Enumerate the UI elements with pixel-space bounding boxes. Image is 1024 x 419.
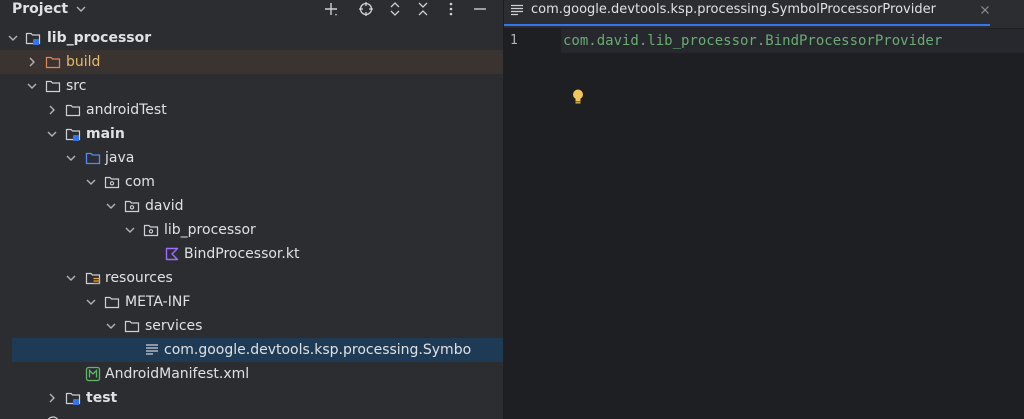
add-icon[interactable]: [321, 0, 341, 18]
source-folder-icon: [65, 392, 81, 405]
folder-icon: [124, 320, 140, 333]
chevron-down-icon[interactable]: [6, 31, 20, 45]
editor-tab[interactable]: com.google.devtools.ksp.processing.Symbo…: [504, 0, 990, 28]
tree-item-java[interactable]: java: [0, 146, 503, 170]
folder-icon: [45, 80, 61, 93]
chevron-right-icon[interactable]: [45, 391, 59, 405]
excluded-folder-icon: [45, 56, 61, 69]
folder-icon: [104, 296, 120, 309]
tree-item-test[interactable]: test: [0, 386, 503, 410]
tree-item-android-test[interactable]: androidTest: [0, 98, 503, 122]
tree-item-label: androidTest: [86, 102, 167, 118]
tree-item-label: com.google.devtools.ksp.processing.Symbo: [164, 342, 472, 358]
chevron-right-icon[interactable]: [25, 55, 39, 69]
tree-item-label: AndroidManifest.xml: [105, 366, 250, 382]
editor-tab-bar: com.google.devtools.ksp.processing.Symbo…: [504, 0, 1024, 28]
tree-item-lib-processor-module[interactable]: lib_processor: [0, 26, 503, 50]
manifest-file-icon: [85, 366, 101, 382]
hide-icon[interactable]: [470, 0, 490, 18]
tree-item-cut-off[interactable]: [0, 410, 503, 419]
editor-gutter: 1: [504, 28, 561, 419]
collapse-all-icon[interactable]: [413, 0, 433, 18]
tree-item-services[interactable]: services: [0, 314, 503, 338]
tree-item-label: david: [145, 198, 184, 214]
chevron-down-icon[interactable]: [45, 127, 59, 141]
code-line-1[interactable]: com.david.lib_processor.BindProcessorPro…: [561, 29, 1024, 53]
project-panel-header: Project: [0, 0, 503, 20]
text-file-icon: [146, 344, 158, 355]
source-root-folder-icon: [85, 152, 101, 165]
resources-folder-icon: [85, 272, 101, 285]
tree-item-label: test: [86, 390, 118, 406]
package-icon: [143, 224, 159, 237]
chevron-down-icon[interactable]: [84, 175, 98, 189]
tree-item-lib-processor-package[interactable]: lib_processor: [0, 218, 503, 242]
close-icon[interactable]: [979, 4, 991, 16]
code-text: com.david.lib_processor.BindProcessorPro…: [563, 33, 943, 49]
chevron-down-icon[interactable]: [104, 319, 118, 333]
project-view-title[interactable]: Project: [12, 0, 68, 18]
tree-item-symbol-processor-provider-file[interactable]: com.google.devtools.ksp.processing.Symbo: [12, 338, 503, 362]
source-folder-icon: [65, 128, 81, 141]
chevron-down-icon[interactable]: [75, 3, 87, 15]
locate-icon[interactable]: [356, 0, 376, 18]
tree-item-bind-processor-kt[interactable]: BindProcessor.kt: [0, 242, 503, 266]
package-icon: [104, 176, 120, 189]
chevron-right-icon[interactable]: [45, 103, 59, 117]
tree-item-com[interactable]: com: [0, 170, 503, 194]
editor-tab-label: com.google.devtools.ksp.processing.Symbo…: [531, 2, 936, 17]
tree-item-label: main: [86, 126, 125, 142]
chevron-down-icon[interactable]: [64, 271, 78, 285]
chevron-down-icon[interactable]: [104, 199, 118, 213]
package-icon: [124, 200, 140, 213]
module-folder-icon: [25, 32, 41, 45]
tree-item-label: java: [105, 150, 135, 166]
chevron-down-icon[interactable]: [123, 223, 137, 237]
more-icon[interactable]: [441, 0, 461, 18]
tree-item-android-manifest[interactable]: AndroidManifest.xml: [0, 362, 503, 386]
kotlin-file-icon: [165, 247, 179, 261]
tree-item-build[interactable]: build: [0, 50, 503, 74]
tree-item-src[interactable]: src: [0, 74, 503, 98]
tree-item-label: com: [125, 174, 155, 190]
active-tab-indicator: [504, 24, 990, 26]
tree-item-main[interactable]: main: [0, 122, 503, 146]
chevron-down-icon[interactable]: [64, 151, 78, 165]
line-number: 1: [510, 33, 518, 48]
project-panel: Project lib_processor build src androidT…: [0, 0, 503, 419]
tree-item-label: lib_processor: [47, 30, 152, 46]
ignored-file-icon: [47, 416, 59, 419]
tree-item-label: BindProcessor.kt: [184, 246, 300, 262]
folder-icon: [65, 104, 81, 117]
tree-item-label: src: [66, 78, 87, 94]
tree-item-meta-inf[interactable]: META-INF: [0, 290, 503, 314]
tree-item-label: lib_processor: [164, 222, 256, 238]
tree-item-label: META-INF: [125, 294, 191, 310]
chevron-down-icon[interactable]: [84, 295, 98, 309]
chevron-down-icon[interactable]: [25, 79, 39, 93]
tree-item-resources[interactable]: resources: [0, 266, 503, 290]
lightbulb-icon[interactable]: [570, 88, 586, 106]
text-file-icon: [511, 4, 523, 16]
tree-item-label: resources: [105, 270, 173, 286]
tree-item-label: build: [66, 54, 101, 70]
expand-all-icon[interactable]: [385, 0, 405, 18]
tree-item-david[interactable]: david: [0, 194, 503, 218]
tree-item-label: services: [145, 318, 203, 334]
editor-area: com.google.devtools.ksp.processing.Symbo…: [504, 0, 1024, 419]
